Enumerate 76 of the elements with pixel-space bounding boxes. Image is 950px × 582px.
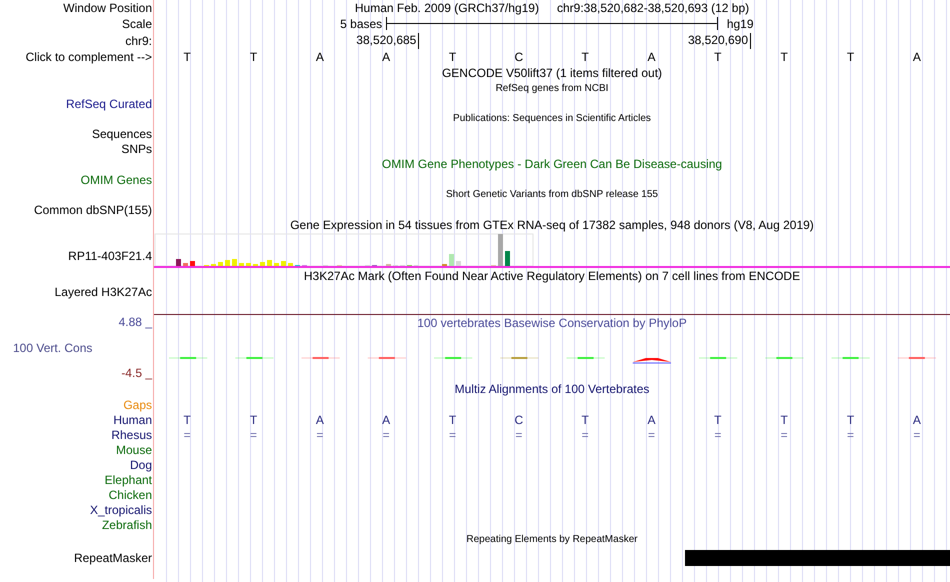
track-label[interactable]: Layered H3K27Ac (54, 284, 152, 298)
aligned-base: = (846, 428, 854, 442)
aligned-base: A (647, 412, 656, 426)
track-label[interactable]: RefSeq Curated (66, 96, 152, 110)
aligned-base: C (514, 412, 524, 426)
position-text: chr9:38,520,682-38,520,693 (12 bp) (556, 1, 750, 15)
track-label[interactable]: SNPs (121, 142, 152, 156)
aligned-base: T (581, 412, 589, 426)
scale-span-text: 5 bases (340, 17, 382, 31)
track-label[interactable]: RP11-403F21.4 (68, 249, 152, 263)
aligned-base: = (515, 428, 522, 442)
sequence-base: A (647, 50, 656, 64)
repeat-element-bar[interactable] (685, 550, 950, 566)
track-label[interactable]: OMIM Genes (80, 172, 152, 186)
row-label: chr9: (125, 34, 152, 48)
track-label[interactable]: Rhesus (111, 428, 152, 442)
aligned-base: = (582, 428, 589, 442)
track-label[interactable]: RepeatMasker (74, 551, 152, 565)
assembly-name: Human Feb. 2009 (GRCh37/hg19) (354, 1, 539, 15)
track-title: GENCODE V50lift37 (1 items filtered out) (442, 66, 662, 80)
aligned-base: = (250, 428, 257, 442)
sequence-base: T (250, 50, 258, 64)
aligned-base: A (382, 412, 390, 426)
sequence-base: T (448, 50, 456, 64)
axis-min-label: -4.5 _ (121, 366, 152, 380)
track-title: H3K27Ac Mark (Often Found Near Active Regulatory Elements) on 7 cell lines from ENCODE (304, 269, 800, 283)
row-label: Scale (122, 17, 152, 31)
aligned-base: A (912, 412, 921, 426)
track-label[interactable]: Elephant (104, 472, 152, 486)
sequence-base: T (581, 50, 589, 64)
track-title: Repeating Elements by RepeatMasker (466, 532, 638, 546)
aligned-base: = (648, 428, 655, 442)
aligned-base: T (846, 412, 854, 426)
aligned-base: T (714, 412, 722, 426)
aligned-base: = (714, 428, 722, 442)
track-title: Short Genetic Variants from dbSNP release 155 (446, 188, 658, 202)
track-label[interactable]: Human (113, 412, 152, 426)
track-label[interactable]: Chicken (108, 488, 152, 502)
track-title: RefSeq genes from NCBI (496, 82, 608, 96)
sequence-base: T (714, 50, 722, 64)
track-label[interactable]: Mouse (116, 442, 152, 456)
coordinate-tick: 38,520,690 (688, 33, 751, 49)
aligned-base: = (448, 428, 456, 442)
row-label: Window Position (63, 1, 152, 15)
complement-link[interactable]: Click to complement --> (26, 50, 152, 64)
sequence-base: T (183, 50, 191, 64)
sequence-base: A (382, 50, 390, 64)
aligned-base: = (780, 428, 788, 442)
axis-max-label: 4.88 _ (118, 315, 152, 329)
track-label[interactable]: 100 Vert. Cons (13, 340, 92, 354)
track-title: Publications: Sequences in Scientific Articles (453, 112, 651, 126)
aligned-base: = (382, 428, 390, 442)
sequence-base: T (780, 50, 788, 64)
aligned-base: T (448, 412, 456, 426)
aligned-base: T (250, 412, 258, 426)
sequence-base: A (316, 50, 324, 64)
aligned-base: T (183, 412, 191, 426)
sequence-base: T (846, 50, 854, 64)
coordinate-tick: 38,520,685 (356, 33, 420, 49)
aligned-base: A (316, 412, 324, 426)
aligned-base: = (913, 428, 920, 442)
track-label[interactable]: Zebrafish (102, 518, 152, 532)
aligned-base: T (780, 412, 788, 426)
track-title: Gene Expression in 54 tissues from GTEx RNA-seq of 17382 samples, 948 donors (V8, Aug 2019) (290, 218, 814, 232)
track-label[interactable]: Sequences (92, 126, 152, 140)
database-name: hg19 (726, 17, 754, 31)
track-title: OMIM Gene Phenotypes - Dark Green Can Be Disease-causing (382, 157, 722, 171)
track-title: Multiz Alignments of 100 Vertebrates (454, 382, 650, 396)
sequence-base: C (514, 50, 524, 64)
track-title: 100 vertebrates Basewise Conservation by PhyloP (417, 316, 687, 330)
track-label[interactable]: Dog (130, 458, 152, 472)
aligned-base: = (184, 428, 191, 442)
track-label[interactable]: X_tropicalis (90, 502, 152, 516)
track-label[interactable]: Common dbSNP(155) (34, 202, 152, 216)
sequence-base: A (912, 50, 921, 64)
aligned-base: = (316, 428, 324, 442)
